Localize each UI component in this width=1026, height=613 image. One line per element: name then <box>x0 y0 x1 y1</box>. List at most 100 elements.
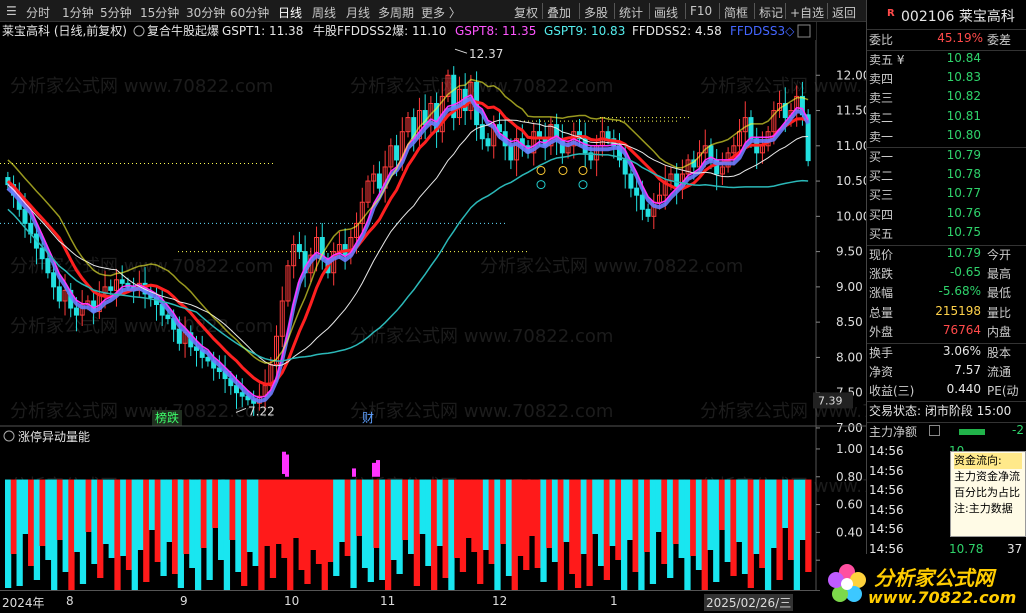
volume-energy-bar <box>287 479 294 590</box>
magenta-spike-bar <box>376 460 380 477</box>
ask-label: 卖一 <box>869 130 894 144</box>
volume-energy-bar <box>649 479 657 584</box>
bid-row: 买三 10.77 <box>867 186 1026 205</box>
volume-energy-bar <box>56 479 64 540</box>
price-axis-label: 7.00 <box>836 421 863 435</box>
legend-ffddss3: FFDDSS3◇ <box>730 24 795 38</box>
candle-body <box>628 173 634 189</box>
legend-indicator: 复合牛股起爆 <box>147 23 219 38</box>
kline-svg[interactable]: 分析家公式网 www.70822.com 分析家公式网 www.70822.com… <box>0 22 866 590</box>
volume-energy-bar <box>730 479 737 576</box>
volume-energy-bar <box>661 479 668 564</box>
toolbar-button-8[interactable]: +自选 <box>790 4 824 20</box>
kline-chart-area[interactable]: 分析家公式网 www.70822.com 分析家公式网 www.70822.com… <box>0 22 866 590</box>
bid-row: 买四 10.76 <box>867 206 1026 225</box>
volume-energy-bar <box>684 479 691 590</box>
volume-energy-bar <box>517 479 524 556</box>
volume-energy-bar <box>523 479 530 570</box>
candle-body <box>622 159 628 175</box>
volume-energy-bar <box>482 479 490 550</box>
volume-energy-bar <box>563 479 570 542</box>
candle-body <box>165 314 171 320</box>
sub-title: 涨停异动量能 <box>18 429 90 444</box>
candle-body <box>45 258 51 274</box>
toolbar-separator <box>614 3 615 19</box>
volume-energy-bar <box>229 479 236 540</box>
tooltip-title: 资金流向: <box>954 453 1022 469</box>
volume-energy-bar <box>494 479 501 590</box>
toolbar-separator <box>579 3 580 19</box>
volume-energy-bar <box>557 479 564 590</box>
toolbar-tab-8[interactable]: 月线 <box>346 4 370 20</box>
volume-energy-bar <box>45 479 52 560</box>
volume-energy-bar <box>338 479 346 542</box>
volume-energy-bar <box>223 479 231 590</box>
stat2-value: 7.57 <box>954 362 981 377</box>
weicha-label: 委差 <box>987 33 1012 47</box>
volume-energy-bar <box>799 479 806 540</box>
volume-energy-bar <box>586 479 593 586</box>
volume-energy-bar <box>511 479 518 590</box>
toolbar-button-3[interactable]: 统计 <box>619 4 643 20</box>
sub-settings-icon[interactable] <box>3 430 15 442</box>
toolbar-button-7[interactable]: 标记 <box>759 4 783 20</box>
volume-energy-bar <box>753 479 760 554</box>
tooltip-line: 主力资金净流 <box>954 470 1020 483</box>
bid-label: 买一 <box>869 150 894 164</box>
tick-time: 14:56 <box>869 502 904 517</box>
toolbar-button-2[interactable]: 多股 <box>584 4 608 20</box>
volume-energy-bar <box>315 479 323 564</box>
toolbar-button-1[interactable]: 叠加 <box>547 4 571 20</box>
toolbar-tab-2[interactable]: 5分钟 <box>100 4 132 20</box>
event-tag: 财 <box>362 411 374 425</box>
candle-body <box>239 392 245 397</box>
toolbar-tab-3[interactable]: 15分钟 <box>140 4 179 20</box>
volume-energy-bar <box>419 479 426 534</box>
volume-energy-bar <box>350 479 357 588</box>
logo-url: www.70822.com <box>868 588 1017 607</box>
volume-energy-bar <box>51 479 58 590</box>
stat-label-right: 量比 <box>987 305 1012 320</box>
toolbar-button-4[interactable]: 画线 <box>654 4 678 20</box>
stat2-label-right: PE(动 <box>987 384 1019 398</box>
volume-energy-bar <box>373 479 380 548</box>
volume-energy-bar <box>275 479 282 544</box>
toolbar-tab-9[interactable]: 多周期 <box>378 4 414 20</box>
stat-label: 现价 <box>869 248 894 262</box>
watermark-text: 分析家公式网 www.70822.com <box>350 401 613 422</box>
candle-body <box>605 131 611 140</box>
volume-energy-bar <box>667 479 674 578</box>
volume-energy-bar <box>776 479 783 580</box>
legend-stock-name: 莱宝高科 (日线,前复权) <box>2 23 127 38</box>
volume-energy-bar <box>690 479 697 556</box>
toolbar-tab-5[interactable]: 60分钟 <box>230 4 269 20</box>
flow-bar <box>959 429 985 435</box>
stat-label: 外盘 <box>869 325 894 339</box>
date-axis: 2024年 8 9 10 11 12 1 2025/02/26/三 <box>0 590 866 613</box>
date-axis-label: 8 <box>66 594 74 608</box>
toolbar-tab-0[interactable]: 分时 <box>26 4 50 20</box>
toolbar-button-5[interactable]: F10 <box>690 4 712 20</box>
toolbar-tab-6[interactable]: 日线 <box>278 4 302 20</box>
volume-energy-bar <box>154 479 161 562</box>
tooltip-line: 注:主力数据 <box>954 502 1013 515</box>
candle-body <box>51 272 57 288</box>
menu-icon[interactable]: ☰ <box>6 4 17 20</box>
volume-energy-bar <box>528 479 536 536</box>
toolbar-tab-10[interactable]: 更多 〉 <box>421 4 461 20</box>
volume-energy-bar <box>402 479 409 540</box>
toolbar-button-6[interactable]: 简框 <box>724 4 748 20</box>
list-icon[interactable] <box>929 425 940 436</box>
candle-body <box>39 247 45 260</box>
toolbar-tab-4[interactable]: 30分钟 <box>186 4 225 20</box>
volume-energy-bar <box>85 479 92 532</box>
volume-energy-bar <box>741 479 749 574</box>
legend-gspt8: GSPT8: 11.35 <box>455 24 536 38</box>
ask-price: 10.83 <box>946 69 981 84</box>
toolbar-tab-1[interactable]: 1分钟 <box>62 4 94 20</box>
toolbar-button-9[interactable]: 返回 <box>832 4 856 20</box>
toolbar-button-0[interactable]: 复权 <box>514 4 538 20</box>
volume-energy-bar <box>442 479 449 578</box>
toolbar-tab-7[interactable]: 周线 <box>312 4 336 20</box>
site-logo: 分析家公式网 www.70822.com <box>820 554 1026 613</box>
